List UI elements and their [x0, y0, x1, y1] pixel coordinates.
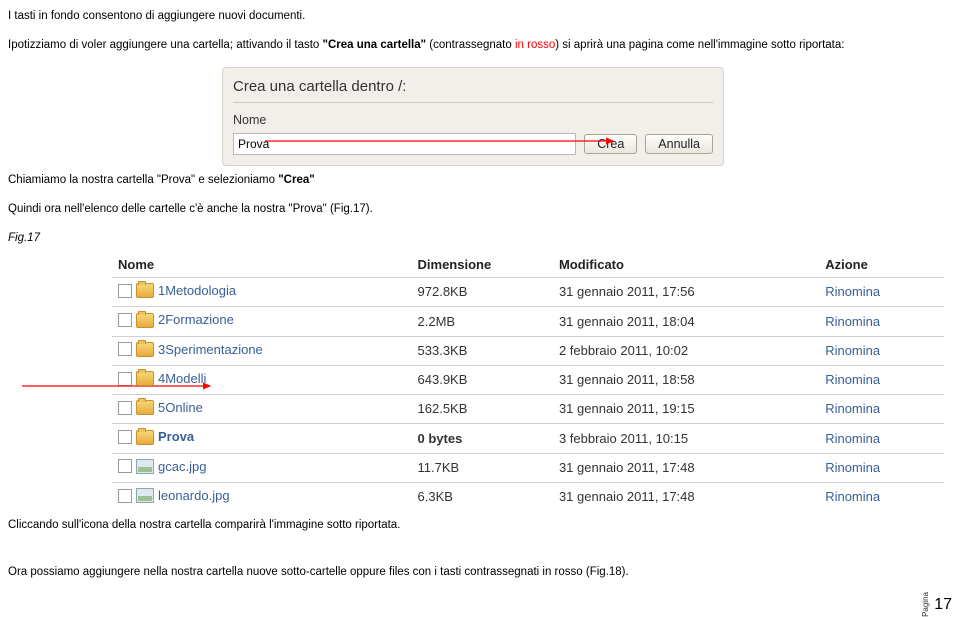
table-row: gcac.jpg 11.7KB31 gennaio 2011, 17:48Rino… [112, 453, 944, 482]
row-mod: 31 gennaio 2011, 17:48 [553, 482, 819, 511]
folder-icon[interactable] [136, 371, 154, 386]
table-row: leonardo.jpg 6.3KB31 gennaio 2011, 17:48R… [112, 482, 944, 511]
para-5: Cliccando sull'icona della nostra cartel… [8, 517, 936, 534]
folder-icon[interactable] [136, 400, 154, 415]
row-checkbox[interactable] [118, 313, 132, 327]
table-row: 1Metodologia 972.8KB31 gennaio 2011, 17:5… [112, 278, 944, 307]
fig17-label: Fig.17 [8, 230, 936, 247]
row-checkbox[interactable] [118, 430, 132, 444]
row-size: 162.5KB [412, 395, 553, 424]
create-folder-panel: Crea una cartella dentro /: Nome Crea An… [222, 67, 724, 166]
row-checkbox[interactable] [118, 401, 132, 415]
row-action[interactable]: Rinomina [819, 453, 944, 482]
intro-2: Ipotizziamo di voler aggiungere una cart… [8, 37, 936, 54]
row-size: 11.7KB [412, 453, 553, 482]
row-name[interactable]: leonardo.jpg [158, 486, 230, 506]
row-mod: 31 gennaio 2011, 18:58 [553, 365, 819, 394]
para-4: Quindi ora nell'elenco delle cartelle c'… [8, 201, 936, 218]
row-mod: 31 gennaio 2011, 19:15 [553, 395, 819, 424]
row-checkbox[interactable] [118, 284, 132, 298]
image-icon[interactable] [136, 488, 154, 503]
row-checkbox[interactable] [118, 342, 132, 356]
image-icon[interactable] [136, 459, 154, 474]
row-name[interactable]: 1Metodologia [158, 281, 236, 301]
row-size: 0 bytes [412, 424, 553, 453]
table-row: 2Formazione 2.2MB31 gennaio 2011, 18:04Ri… [112, 307, 944, 336]
folder-icon[interactable] [136, 430, 154, 445]
row-action[interactable]: Rinomina [819, 395, 944, 424]
folder-icon[interactable] [136, 313, 154, 328]
row-action[interactable]: Rinomina [819, 482, 944, 511]
folder-icon[interactable] [136, 342, 154, 357]
table-row: 4Modelli 643.9KB31 gennaio 2011, 18:58Rin… [112, 365, 944, 394]
row-size: 533.3KB [412, 336, 553, 365]
row-mod: 31 gennaio 2011, 17:56 [553, 278, 819, 307]
folder-name-input[interactable] [233, 133, 576, 155]
row-size: 972.8KB [412, 278, 553, 307]
row-size: 2.2MB [412, 307, 553, 336]
row-mod: 3 febbraio 2011, 10:15 [553, 424, 819, 453]
folder-icon[interactable] [136, 283, 154, 298]
para-6: Ora possiamo aggiungere nella nostra car… [8, 564, 936, 581]
row-name[interactable]: gcac.jpg [158, 457, 206, 477]
row-mod: 31 gennaio 2011, 18:04 [553, 307, 819, 336]
file-listing: Nome Dimensione Modificato Azione 1Metod… [112, 252, 944, 512]
row-action[interactable]: Rinomina [819, 307, 944, 336]
row-checkbox[interactable] [118, 459, 132, 473]
col-name: Nome [112, 252, 412, 278]
table-row: 5Online 162.5KB31 gennaio 2011, 19:15Rino… [112, 395, 944, 424]
col-action: Azione [819, 252, 944, 278]
row-name[interactable]: 4Modelli [158, 369, 206, 389]
row-size: 643.9KB [412, 365, 553, 394]
para-3: Chiamiamo la nostra cartella "Prova" e s… [8, 172, 936, 189]
row-checkbox[interactable] [118, 489, 132, 503]
name-label: Nome [233, 111, 713, 130]
cancel-button[interactable]: Annulla [645, 134, 713, 154]
divider [233, 102, 713, 103]
row-action[interactable]: Rinomina [819, 278, 944, 307]
row-mod: 2 febbraio 2011, 10:02 [553, 336, 819, 365]
row-name[interactable]: 3Sperimentazione [158, 340, 263, 360]
row-size: 6.3KB [412, 482, 553, 511]
row-name[interactable]: 5Online [158, 398, 203, 418]
row-name[interactable]: 2Formazione [158, 310, 234, 330]
row-mod: 31 gennaio 2011, 17:48 [553, 453, 819, 482]
page-number: Pagina17 [920, 592, 952, 617]
intro-1: I tasti in fondo consentono di aggiunger… [8, 8, 936, 25]
row-action[interactable]: Rinomina [819, 336, 944, 365]
row-name[interactable]: Prova [158, 427, 194, 447]
create-button[interactable]: Crea [584, 134, 637, 154]
row-checkbox[interactable] [118, 372, 132, 386]
table-row: Prova 0 bytes3 febbraio 2011, 10:15Rinomi… [112, 424, 944, 453]
table-row: 3Sperimentazione 533.3KB2 febbraio 2011, … [112, 336, 944, 365]
row-action[interactable]: Rinomina [819, 365, 944, 394]
col-mod: Modificato [553, 252, 819, 278]
col-size: Dimensione [412, 252, 553, 278]
panel-title: Crea una cartella dentro /: [233, 76, 713, 99]
file-table: Nome Dimensione Modificato Azione 1Metod… [112, 252, 944, 512]
row-action[interactable]: Rinomina [819, 424, 944, 453]
